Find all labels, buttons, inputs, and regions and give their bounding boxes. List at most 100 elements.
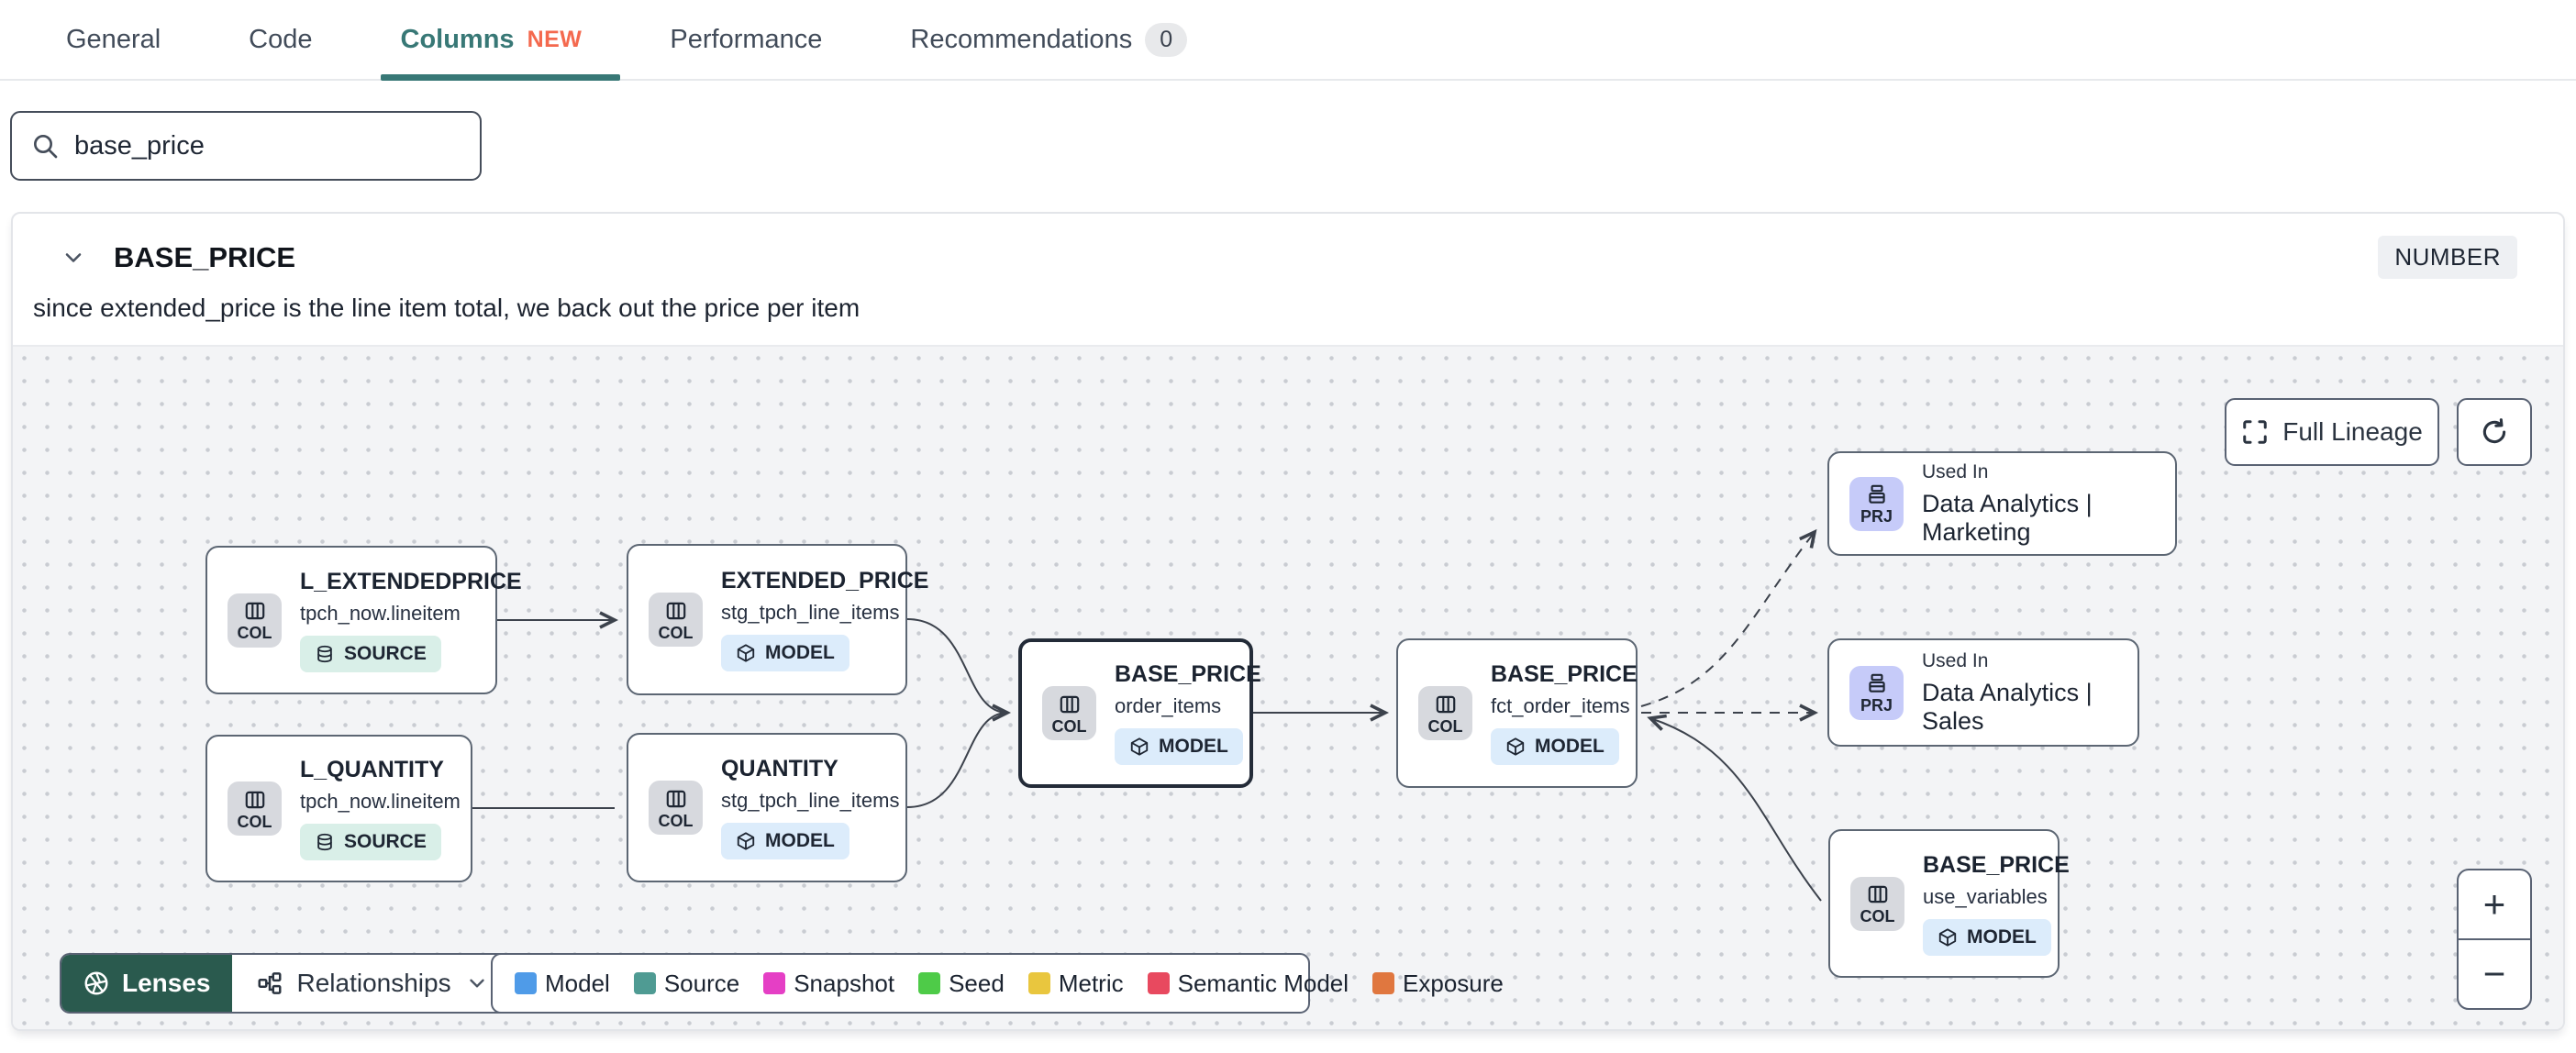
badge-label: MODEL [765,830,835,851]
column-chip: COL [649,781,703,835]
model-badge: MODEL [721,635,849,671]
lineage-node-l-extendedprice[interactable]: COL L_EXTENDEDPRICE tpch_now.lineitem SO… [205,546,522,694]
cube-icon [736,643,756,663]
node-subtitle: tpch_now.lineitem [300,790,461,813]
full-lineage-button[interactable]: Full Lineage [2225,398,2439,466]
zoom-in-button[interactable]: + [2459,870,2530,940]
node-title: Data Analytics | Marketing [1922,489,2093,546]
lineage-node-l-quantity[interactable]: COL L_QUANTITY tpch_now.lineitem SOURCE [205,735,472,882]
tab-code[interactable]: Code [249,0,312,79]
lineage-canvas[interactable]: COL L_EXTENDEDPRICE tpch_now.lineitem SO… [13,345,2563,1029]
cube-icon [1938,927,1958,948]
lineage-node-base-price-fct-order-items[interactable]: COL BASE_PRICE fct_order_items MODEL [1396,638,1638,788]
node-subtitle: fct_order_items [1491,694,1630,717]
node-subtitle: order_items [1115,694,1222,717]
chip-label: COL [237,812,272,831]
column-card-header[interactable]: BASE_PRICE NUMBER [13,214,2563,279]
node-title: L_QUANTITY [300,757,444,782]
chip-label: PRJ [1860,696,1893,715]
legend-swatch [1147,972,1170,994]
project-icon [1865,671,1889,695]
lineage-node-base-price-use-variables[interactable]: COL BASE_PRICE use_variables MODEL [1828,829,2070,978]
tab-general-label: General [66,24,161,54]
column-chip: COL [1850,876,1904,931]
columns-icon [664,599,688,623]
lineage-node-extended-price[interactable]: COL EXTENDED_PRICE stg_tpch_line_items M… [627,544,928,695]
chip-label: COL [237,624,272,642]
columns-icon [243,788,267,812]
model-badge: MODEL [721,823,849,859]
new-badge: NEW [527,26,583,52]
tab-recommendations[interactable]: Recommendations 0 [910,0,1188,79]
chip-label: PRJ [1860,507,1893,526]
legend-label: Snapshot [794,969,895,997]
legend-swatch [633,972,656,994]
badge-label: SOURCE [344,831,427,852]
tab-performance-label: Performance [670,24,823,54]
chip-label: COL [1860,907,1895,926]
columns-icon [664,787,688,811]
chevron-down-icon[interactable] [61,245,86,271]
lenses-label: Lenses [122,969,211,997]
column-chip: COL [1042,686,1096,740]
lineage-node-used-in-sales[interactable]: PRJ Used In Data Analytics | Sales [1827,638,2139,747]
lenses-button[interactable]: Lenses [61,955,232,1012]
legend-swatch [763,972,786,994]
node-subtitle: stg_tpch_line_items [721,601,900,624]
legend-item-snapshot: Snapshot [763,970,894,998]
project-icon [1865,482,1889,506]
model-badge: MODEL [1923,918,2051,956]
tab-performance[interactable]: Performance [670,0,822,79]
used-in-label: Used In [1922,460,1989,482]
column-chip: COL [649,593,703,647]
column-name: BASE_PRICE [114,240,296,273]
node-title: BASE_PRICE [1491,661,1638,687]
lenses-toolbar: Lenses Relationships [60,953,515,1014]
tab-general[interactable]: General [66,0,161,79]
cube-icon [1505,737,1526,757]
column-description: since extended_price is the line item to… [33,294,861,322]
legend-label: Semantic Model [1177,969,1349,997]
tab-code-label: Code [249,24,313,54]
columns-icon [1434,693,1458,716]
node-title: L_EXTENDEDPRICE [300,568,522,594]
tab-bar: General Code Columns NEW Performance Rec… [0,0,2576,81]
refresh-button[interactable] [2457,398,2532,466]
project-chip: PRJ [1849,665,1904,720]
lineage-node-quantity[interactable]: COL QUANTITY stg_tpch_line_items MODEL [627,733,907,882]
column-search[interactable] [10,111,482,181]
model-badge: MODEL [1115,728,1243,765]
legend-item-source: Source [633,969,740,998]
search-input[interactable] [74,130,461,161]
node-subtitle: stg_tpch_line_items [721,789,900,812]
chip-label: COL [658,811,694,830]
legend-swatch [515,972,537,994]
legend-label: Exposure [1403,969,1504,997]
relationships-dropdown[interactable]: Relationships [232,955,513,1012]
badge-label: SOURCE [344,642,427,664]
legend-item-seed: Seed [918,970,1005,998]
used-in-label: Used In [1922,649,1989,671]
columns-icon [243,599,267,623]
chevron-down-icon [465,971,489,995]
relationships-icon [256,970,283,997]
zoom-control: + − [2457,869,2532,1010]
chip-label: COL [658,623,694,642]
legend-item-semantic-model: Semantic Model [1147,969,1349,998]
tab-recommendations-label: Recommendations [910,24,1133,54]
tab-columns-label: Columns [400,24,515,54]
legend-label: Source [663,969,740,997]
lineage-node-base-price-order-items[interactable]: COL BASE_PRICE order_items MODEL [1018,638,1261,788]
lineage-node-used-in-marketing[interactable]: PRJ Used In Data Analytics | Marketing [1827,451,2177,556]
expand-corners-icon [2241,418,2269,446]
zoom-out-button[interactable]: − [2459,940,2530,1008]
column-chip: COL [1418,686,1472,740]
legend-swatch [918,972,941,994]
node-title: BASE_PRICE [1115,661,1261,687]
project-chip: PRJ [1849,476,1904,531]
badge-label: MODEL [765,642,835,663]
source-badge: SOURCE [300,824,441,860]
tab-columns[interactable]: Columns NEW [380,0,621,81]
column-card: BASE_PRICE NUMBER since extended_price i… [11,212,2565,1031]
legend-swatch [1027,972,1050,994]
